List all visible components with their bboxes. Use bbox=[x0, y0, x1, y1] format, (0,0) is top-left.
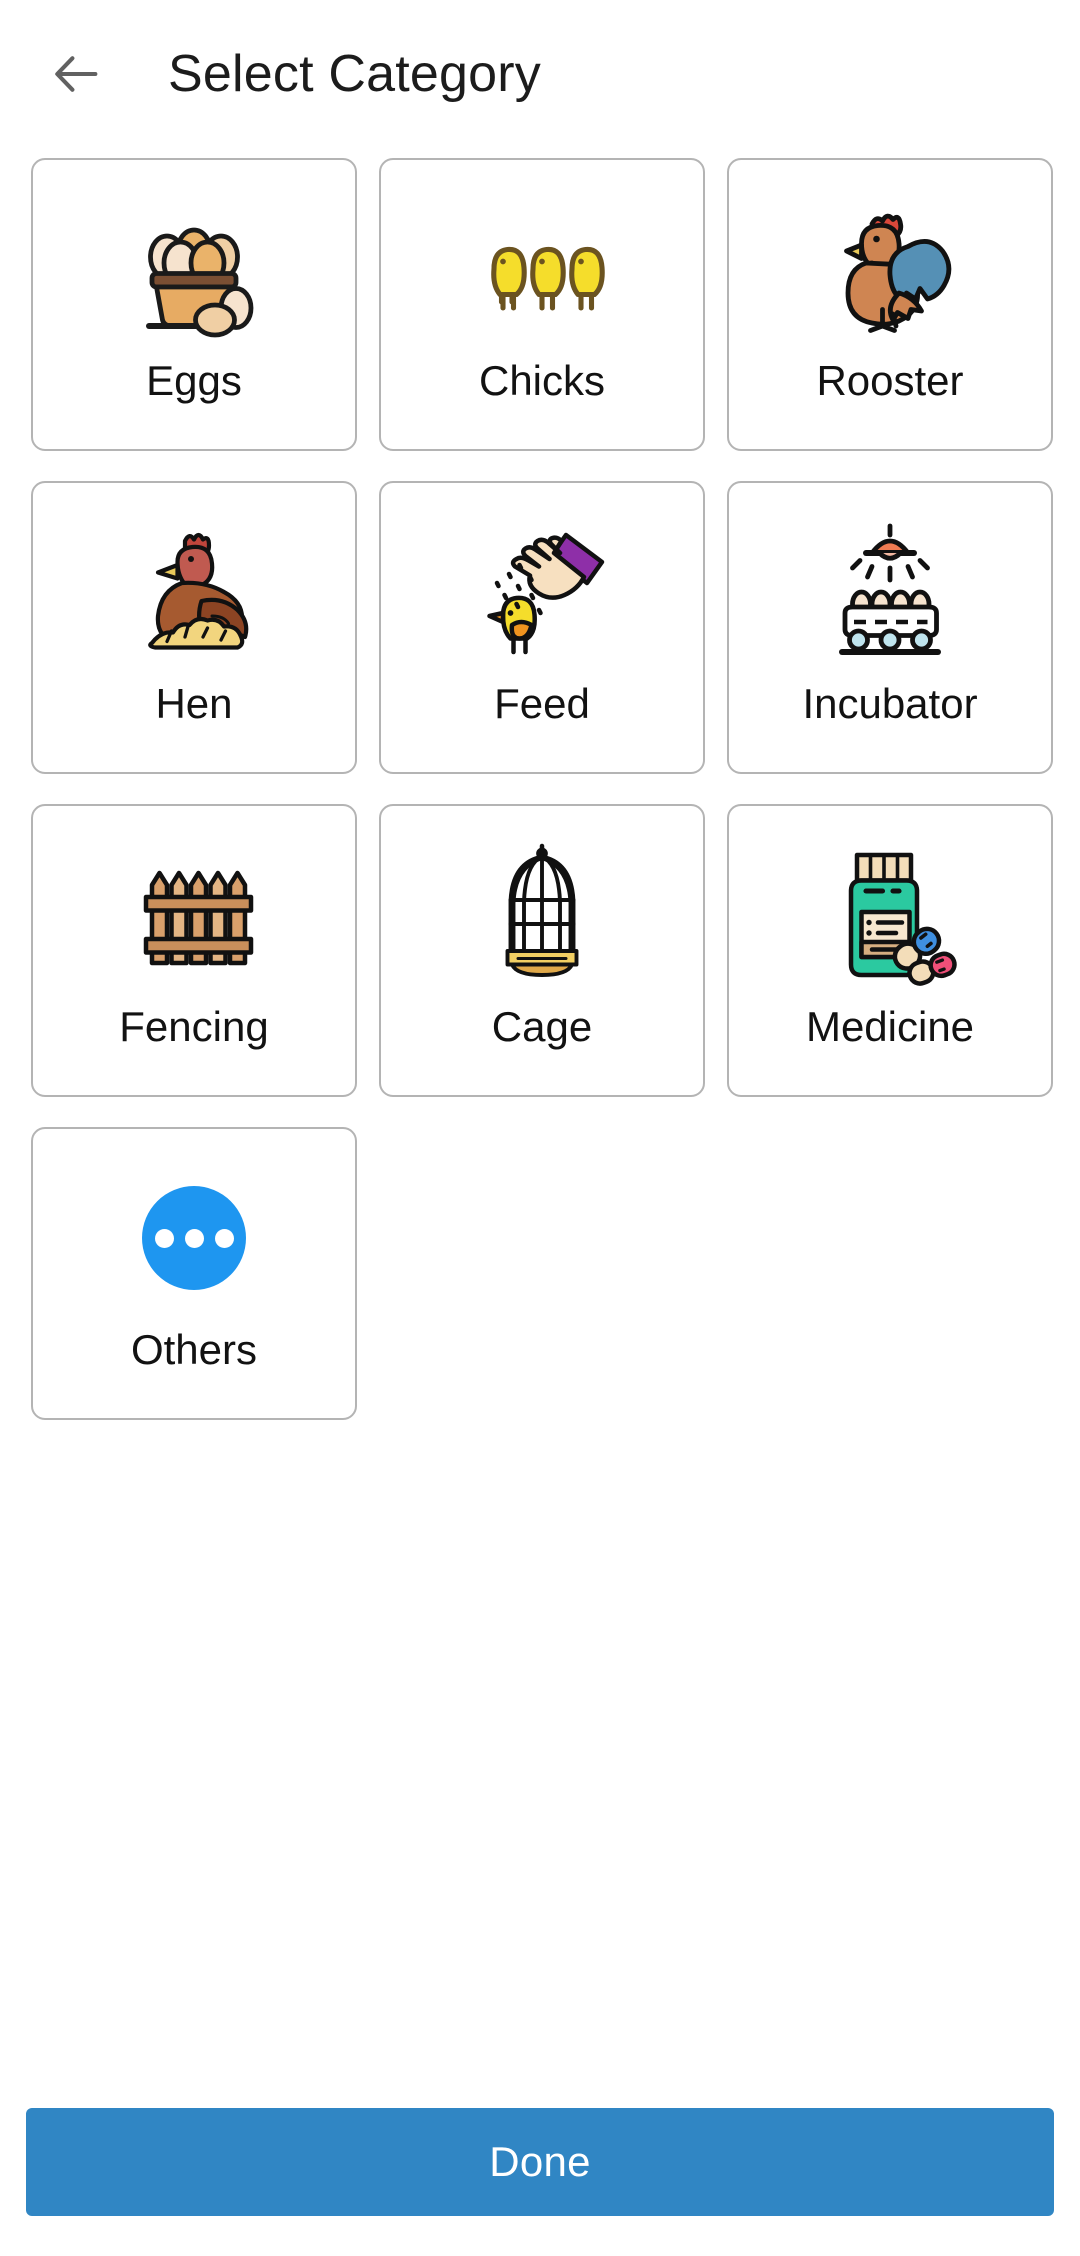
page-title: Select Category bbox=[168, 45, 541, 103]
eggs-basket-icon bbox=[119, 194, 269, 344]
category-label: Rooster bbox=[816, 357, 964, 404]
chicks-icon bbox=[467, 194, 617, 344]
feed-hand-icon bbox=[467, 517, 617, 667]
category-grid: Eggs Chicks Rooster Hen Feed Incubator F… bbox=[0, 148, 1080, 2108]
category-label: Cage bbox=[491, 1003, 593, 1050]
category-label: Incubator bbox=[802, 680, 978, 727]
done-button[interactable]: Done bbox=[26, 2108, 1054, 2216]
category-label: Feed bbox=[494, 680, 590, 727]
category-label: Hen bbox=[155, 680, 233, 727]
hen-icon bbox=[119, 517, 269, 667]
arrow-left-icon bbox=[55, 56, 98, 92]
category-label: Medicine bbox=[805, 1003, 975, 1050]
ellipsis-dot bbox=[214, 1228, 234, 1248]
ellipsis-circle-icon bbox=[119, 1163, 269, 1313]
category-card-feed[interactable]: Feed bbox=[379, 481, 705, 774]
category-card-hen[interactable]: Hen bbox=[31, 481, 357, 774]
medicine-bottle-icon bbox=[815, 840, 965, 990]
ellipsis-dot bbox=[154, 1228, 174, 1248]
app-header: Select Category bbox=[0, 0, 1080, 148]
category-card-rooster[interactable]: Rooster bbox=[727, 158, 1053, 451]
category-card-eggs[interactable]: Eggs bbox=[31, 158, 357, 451]
ellipsis-dot bbox=[184, 1228, 204, 1248]
category-card-cage[interactable]: Cage bbox=[379, 804, 705, 1097]
rooster-icon bbox=[815, 194, 965, 344]
fence-icon bbox=[119, 840, 269, 990]
category-card-incubator[interactable]: Incubator bbox=[727, 481, 1053, 774]
category-card-chicks[interactable]: Chicks bbox=[379, 158, 705, 451]
incubator-icon bbox=[815, 517, 965, 667]
footer-bar: Done bbox=[0, 2108, 1080, 2256]
category-label: Chicks bbox=[478, 357, 606, 404]
category-label: Others bbox=[130, 1326, 258, 1373]
category-label: Fencing bbox=[119, 1003, 269, 1050]
category-card-medicine[interactable]: Medicine bbox=[727, 804, 1053, 1097]
category-label: Eggs bbox=[146, 357, 242, 404]
category-card-others[interactable]: Others bbox=[31, 1127, 357, 1420]
birdcage-icon bbox=[467, 840, 617, 990]
category-card-fencing[interactable]: Fencing bbox=[31, 804, 357, 1097]
select-category-screen: Select Category Eggs Chicks Rooster Hen … bbox=[0, 0, 1080, 2256]
others-circle bbox=[142, 1186, 246, 1290]
back-button[interactable] bbox=[44, 42, 108, 106]
